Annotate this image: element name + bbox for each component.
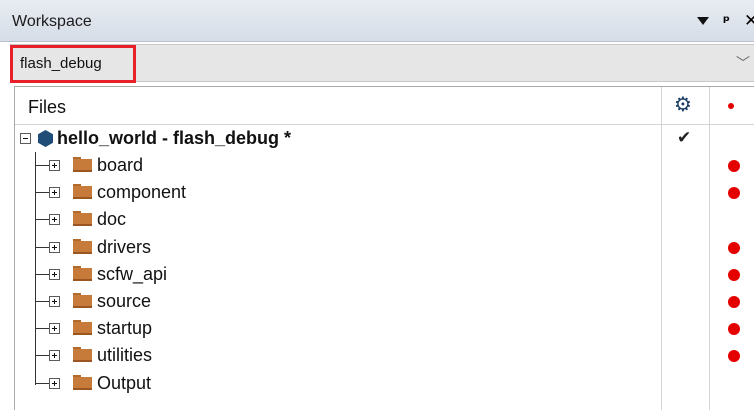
expand-icon[interactable] — [49, 323, 60, 334]
configuration-select[interactable]: flash_debug ﹀ — [10, 44, 754, 83]
expand-icon[interactable] — [49, 187, 60, 198]
status-dot-icon[interactable] — [728, 187, 740, 199]
folder-icon — [73, 347, 92, 362]
gear-icon[interactable]: ⚙ — [674, 94, 692, 114]
tree-branch-line — [35, 301, 49, 302]
expand-icon[interactable] — [49, 160, 60, 171]
status-dot-icon[interactable] — [728, 296, 740, 308]
tree-branch-line — [35, 165, 49, 166]
expand-icon[interactable] — [49, 269, 60, 280]
tree-item-label: startup — [97, 318, 153, 338]
project-hexagon-icon — [38, 130, 53, 147]
tree-item-label: scfw_api — [97, 264, 168, 284]
workspace-tree: Files ⚙ hello_world - flash_debug * ✔ bo… — [14, 86, 754, 410]
tree-branch-line — [35, 192, 49, 193]
tree-branch-line — [35, 274, 49, 275]
close-icon[interactable]: ✕ — [744, 13, 754, 30]
chevron-down-icon[interactable]: ﹀ — [736, 53, 750, 73]
status-dot-icon[interactable] — [728, 242, 740, 254]
configuration-value: flash_debug — [20, 55, 102, 72]
tree-item-scfw-api[interactable]: scfw_api — [15, 261, 754, 288]
status-dot-icon[interactable] — [728, 269, 740, 281]
expand-icon[interactable] — [49, 350, 60, 361]
tree-branch-line — [35, 247, 49, 248]
title-bar-controls: ᵖ ✕ — [696, 10, 754, 32]
tree-header: Files ⚙ — [15, 87, 754, 125]
tree-branch-line — [35, 355, 49, 356]
header-dot-icon[interactable] — [728, 103, 734, 109]
tree-item-doc[interactable]: doc — [15, 206, 754, 233]
expand-icon[interactable] — [49, 296, 60, 307]
expand-icon[interactable] — [49, 378, 60, 389]
tree-item-component[interactable]: component — [15, 179, 754, 206]
workspace-title: Workspace — [12, 13, 92, 30]
folder-icon — [73, 375, 92, 390]
tree-item-utilities[interactable]: utilities — [15, 342, 754, 369]
tree-item-startup[interactable]: startup — [15, 315, 754, 342]
files-column-header[interactable]: Files — [28, 97, 66, 118]
folder-icon — [73, 320, 92, 335]
status-dot-icon[interactable] — [728, 160, 740, 172]
tree-item-drivers[interactable]: drivers — [15, 234, 754, 261]
folder-icon — [73, 239, 92, 254]
dropdown-arrow-icon[interactable] — [696, 17, 709, 25]
tree-item-label: source — [97, 291, 152, 311]
folder-icon — [73, 211, 92, 226]
expand-icon[interactable] — [49, 214, 60, 225]
tree-item-label: board — [97, 155, 144, 175]
folder-icon — [73, 157, 92, 172]
tree-item-label: utilities — [97, 345, 153, 365]
expand-icon[interactable] — [49, 242, 60, 253]
project-root-label: hello_world - flash_debug * — [57, 128, 292, 148]
status-dot-icon[interactable] — [728, 350, 740, 362]
tree-item-label: Output — [97, 373, 152, 393]
tree-item-label: component — [97, 182, 187, 202]
folder-icon — [73, 184, 92, 199]
tree-branch-line — [35, 328, 49, 329]
tree-item-label: doc — [97, 209, 127, 229]
folder-icon — [73, 293, 92, 308]
tree-item-output[interactable]: Output — [15, 370, 754, 397]
tree-branch-line — [35, 219, 49, 220]
tree-item-board[interactable]: board — [15, 152, 754, 179]
tree-item-source[interactable]: source — [15, 288, 754, 315]
pin-icon[interactable]: ᵖ — [723, 13, 730, 29]
checkmark-icon: ✔ — [677, 128, 692, 148]
tree-item-label: drivers — [97, 237, 152, 257]
status-dot-icon[interactable] — [728, 323, 740, 335]
folder-icon — [73, 266, 92, 281]
workspace-title-bar: Workspace ᵖ ✕ — [0, 0, 754, 42]
collapse-icon[interactable] — [20, 133, 31, 144]
tree-root-row[interactable]: hello_world - flash_debug * ✔ — [15, 125, 754, 152]
tree-branch-line — [35, 383, 49, 384]
